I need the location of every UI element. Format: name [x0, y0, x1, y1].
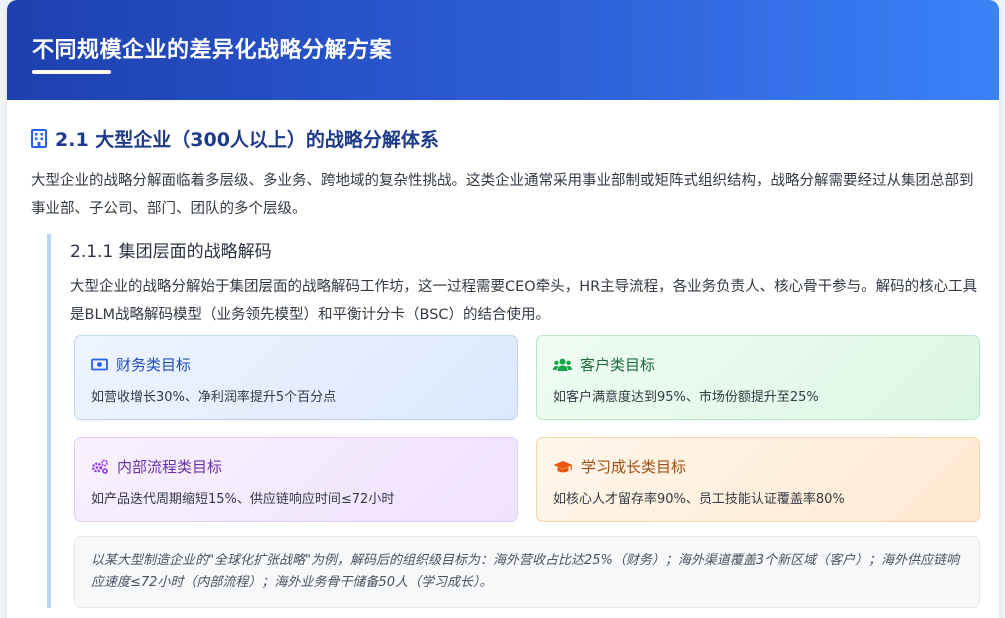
page-title: 不同规模企业的差异化战略分解方案 — [32, 38, 393, 63]
money-bill-icon — [91, 358, 108, 371]
example-note: 以某大型制造企业的"全球化扩张战略"为例，解码后的组织级目标为：海外营收占比达2… — [74, 536, 980, 608]
card-text: 如客户满意度达到95%、市场份额提升至25% — [553, 390, 819, 405]
subsection-title: 2.1.1 集团层面的战略解码 — [70, 242, 272, 262]
card-title: 学习成长类目标 — [581, 458, 687, 476]
subsection-paragraph: 大型企业的战略分解始于集团层面的战略解码工作坊，这一过程需要CEO牵头，HR主导… — [70, 279, 978, 323]
card-title: 内部流程类目标 — [117, 458, 223, 476]
section-title-text: 2.1 大型企业（300人以上）的战略分解体系 — [55, 129, 439, 151]
financial-goal-card: 财务类目标 如营收增长30%、净利润率提升5个百分点 — [74, 335, 518, 420]
customer-goal-card: 客户类目标 如客户满意度达到95%、市场份额提升至25% — [536, 335, 980, 420]
card-text: 如营收增长30%、净利润率提升5个百分点 — [91, 390, 337, 405]
learning-growth-goal-card: 学习成长类目标 如核心人才留存率90%、员工技能认证覆盖率80% — [536, 437, 980, 522]
document-card: 不同规模企业的差异化战略分解方案 2.1 大型企业（300人以上）的战略分解体系… — [7, 0, 999, 618]
section-paragraph: 大型企业的战略分解面临着多层级、多业务、跨地域的复杂性挑战。这类企业通常采用事业… — [31, 173, 974, 217]
card-text: 如产品迭代周期缩短15%、供应链响应时间≤72小时 — [91, 492, 395, 507]
process-goal-card: 内部流程类目标 如产品迭代周期缩短15%、供应链响应时间≤72小时 — [74, 437, 518, 522]
card-text: 如核心人才留存率90%、员工技能认证覆盖率80% — [553, 492, 845, 507]
section-heading: 2.1 大型企业（300人以上）的战略分解体系 — [31, 125, 439, 152]
building-icon — [31, 129, 47, 148]
page-header: 不同规模企业的差异化战略分解方案 — [7, 0, 999, 100]
subsection-block: 2.1.1 集团层面的战略解码 大型企业的战略分解始于集团层面的战略解码工作坊，… — [47, 234, 991, 608]
graduation-cap-icon — [553, 460, 573, 472]
title-underline — [32, 70, 111, 74]
card-title: 客户类目标 — [580, 356, 656, 374]
users-icon — [553, 358, 572, 371]
card-title: 财务类目标 — [116, 356, 192, 374]
cogs-icon — [92, 459, 108, 474]
